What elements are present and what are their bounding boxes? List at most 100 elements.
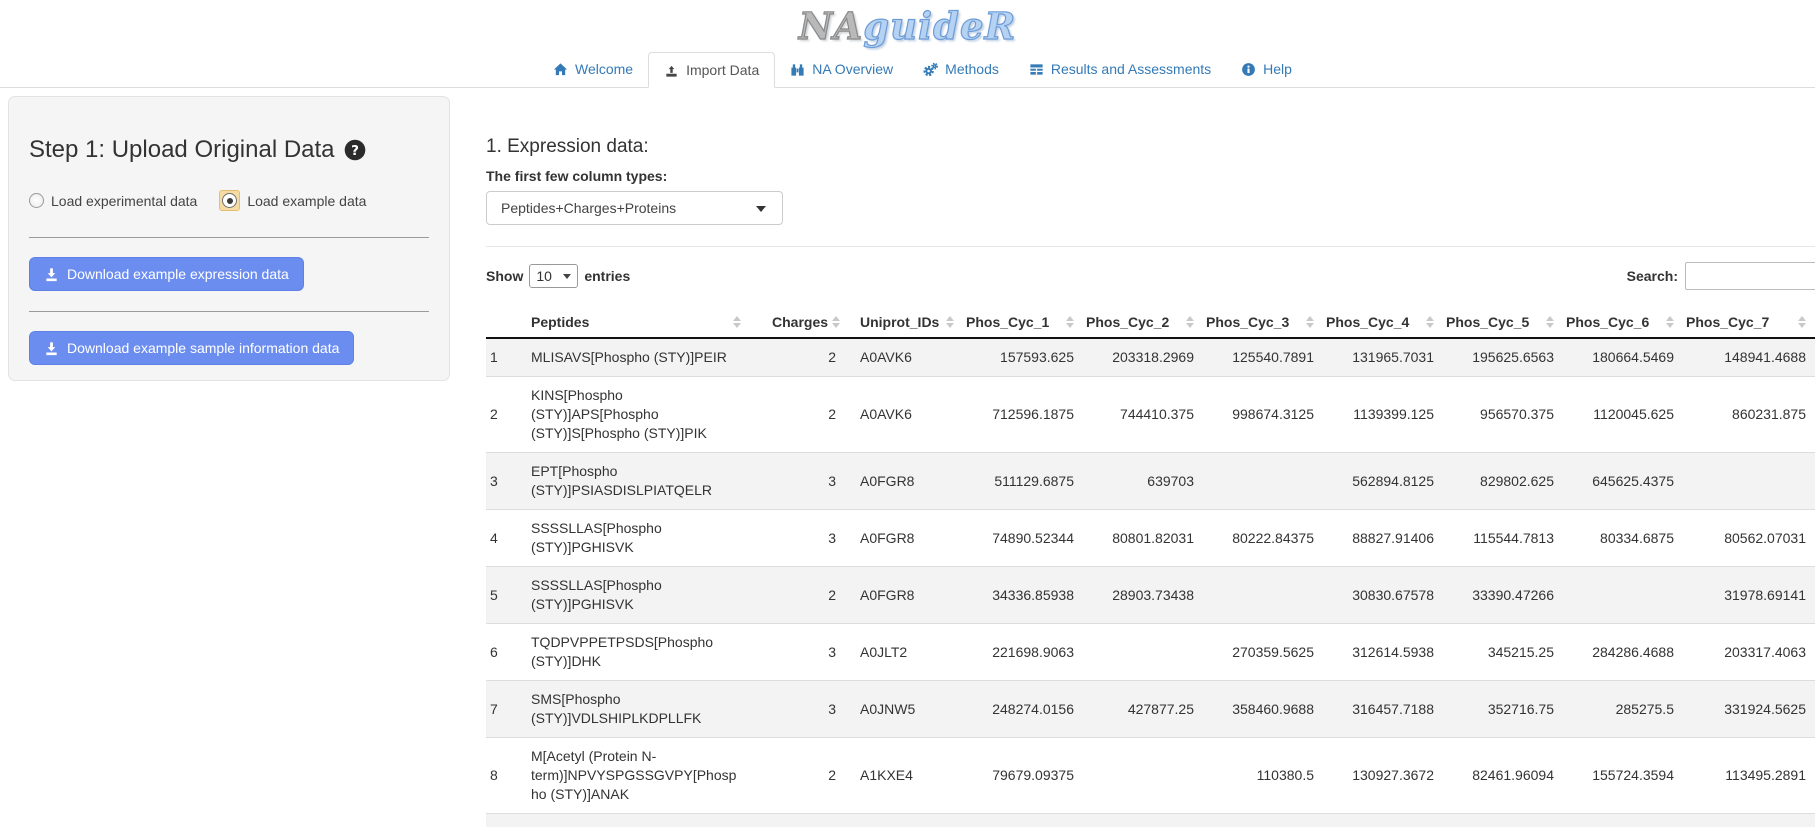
value-cell: 270359.5625 bbox=[1200, 624, 1320, 681]
tab-welcome[interactable]: Welcome bbox=[538, 52, 648, 88]
column-header-label: Phos_Cyc_1 bbox=[966, 314, 1049, 330]
value-cell: 1120045.625 bbox=[1560, 377, 1680, 453]
sort-icon bbox=[733, 316, 741, 328]
value-cell: 110380.5 bbox=[1200, 738, 1320, 814]
value-cell: 74890.52344 bbox=[960, 510, 1080, 567]
page-length-value: 10 bbox=[536, 268, 552, 284]
sort-icon bbox=[1186, 316, 1194, 328]
upload-icon bbox=[664, 63, 679, 78]
value-cell: 956570.375 bbox=[1440, 377, 1560, 453]
button-label: Download example sample information data bbox=[67, 340, 339, 356]
tab-label: Methods bbox=[945, 61, 999, 77]
value-cell: 30830.67578 bbox=[1320, 567, 1440, 624]
tab-na-overview[interactable]: NA Overview bbox=[775, 52, 908, 88]
data-source-radio-group: Load experimental data Load example data bbox=[29, 190, 429, 211]
tab-label: Welcome bbox=[575, 61, 633, 77]
logo-part-guider: guideR bbox=[863, 4, 1016, 48]
uniprot-cell: A0FGR8 bbox=[844, 510, 960, 567]
radio-circle[interactable] bbox=[29, 193, 44, 208]
header-row: Peptides Charges Uniprot_IDs Phos_Cyc_1 Phos… bbox=[486, 308, 1815, 338]
button-label: Download example expression data bbox=[67, 266, 289, 282]
nav-tabbar: Welcome Import Data NA Overview bbox=[0, 52, 1815, 88]
peptide-cell: MLISAVS[Phospho (STY)]PEIR bbox=[526, 338, 766, 377]
peptide-cell: M[Acetyl (Protein N-term)]NPVYSPGSSGVPY[… bbox=[526, 738, 766, 814]
uniprot-cell: A0FGR8 bbox=[844, 453, 960, 510]
uniprot-cell: A0AVK6 bbox=[844, 338, 960, 377]
uniprot-cell: A0AVK6 bbox=[844, 377, 960, 453]
value-cell bbox=[1560, 567, 1680, 624]
column-header-Phos_Cyc_3[interactable]: Phos_Cyc_3 bbox=[1200, 308, 1320, 338]
search-label: Search: bbox=[1627, 268, 1678, 284]
gears-icon bbox=[923, 62, 938, 77]
nav-tabs: Welcome Import Data NA Overview bbox=[538, 52, 1815, 87]
value-cell: 131965.7031 bbox=[1320, 338, 1440, 377]
value-cell: 829802.625 bbox=[1440, 453, 1560, 510]
column-header-Uniprot_IDs[interactable]: Uniprot_IDs bbox=[844, 308, 960, 338]
column-header-label: Phos_Cyc_3 bbox=[1206, 314, 1289, 330]
table-row[interactable]: 7SMS[Phospho (STY)]VDLSHIPLKDPLLFK3A0JNW… bbox=[486, 681, 1815, 738]
show-label: Show bbox=[486, 268, 523, 284]
radio-label: Load experimental data bbox=[51, 193, 197, 209]
table-row[interactable]: 8M[Acetyl (Protein N-term)]NPVYSPGSSGVPY… bbox=[486, 738, 1815, 814]
download-expression-data-button[interactable]: Download example expression data bbox=[29, 257, 304, 291]
tab-methods[interactable]: Methods bbox=[908, 52, 1014, 88]
value-cell: 312614.5938 bbox=[1320, 624, 1440, 681]
search-input[interactable] bbox=[1685, 262, 1815, 290]
value-cell: 157593.625 bbox=[960, 338, 1080, 377]
table-row[interactable]: 4SSSSLLAS[Phospho (STY)]PGHISVK3A0FGR874… bbox=[486, 510, 1815, 567]
charge-cell: 3 bbox=[766, 510, 844, 567]
column-header-Phos_Cyc_4[interactable]: Phos_Cyc_4 bbox=[1320, 308, 1440, 338]
value-cell: 148941.4688 bbox=[1680, 338, 1815, 377]
app-header: NAguideR bbox=[0, 2, 1815, 52]
charge-cell: 2 bbox=[766, 567, 844, 624]
sort-icon bbox=[1426, 316, 1434, 328]
table-row[interactable]: 3EPT[Phospho (STY)]PSIASDISLPIATQELR3A0F… bbox=[486, 453, 1815, 510]
tab-help[interactable]: Help bbox=[1226, 52, 1307, 88]
column-header-Phos_Cyc_6[interactable]: Phos_Cyc_6 bbox=[1560, 308, 1680, 338]
column-header-Phos_Cyc_7[interactable]: Phos_Cyc_7 bbox=[1680, 308, 1815, 338]
value-cell: 345215.25 bbox=[1440, 624, 1560, 681]
table-icon bbox=[1029, 62, 1044, 77]
uniprot-cell: A0JLT2 bbox=[844, 624, 960, 681]
column-types-select[interactable]: Peptides+Charges+Proteins bbox=[486, 191, 783, 225]
download-sample-information-button[interactable]: Download example sample information data bbox=[29, 331, 354, 365]
column-header-Peptides[interactable]: Peptides bbox=[526, 308, 766, 338]
tab-results-assessments[interactable]: Results and Assessments bbox=[1014, 52, 1226, 88]
table-controls: Show 10 entries Search: bbox=[486, 262, 1815, 290]
column-header-Phos_Cyc_5[interactable]: Phos_Cyc_5 bbox=[1440, 308, 1560, 338]
column-header-label: Charges bbox=[772, 314, 828, 330]
section-title: 1. Expression data: bbox=[486, 136, 1815, 158]
page-length-control: Show 10 entries bbox=[486, 264, 630, 288]
value-cell: 203318.2969 bbox=[1080, 338, 1200, 377]
table-row[interactable]: 6TQDPVPPETPSDS[Phospho (STY)]DHK3A0JLT22… bbox=[486, 624, 1815, 681]
value-cell: 331924.5625 bbox=[1680, 681, 1815, 738]
peptide-cell: EPT[Phospho (STY)]PSIASDISLPIATQELR bbox=[526, 453, 766, 510]
info-icon bbox=[1241, 62, 1256, 77]
upload-panel: Step 1: Upload Original Data ? Load expe… bbox=[8, 96, 450, 381]
charge-cell: 2 bbox=[766, 738, 844, 814]
value-cell: 113495.2891 bbox=[1680, 738, 1815, 814]
charge-cell: 3 bbox=[766, 624, 844, 681]
column-header-Phos_Cyc_2[interactable]: Phos_Cyc_2 bbox=[1080, 308, 1200, 338]
column-header-label: Phos_Cyc_7 bbox=[1686, 314, 1769, 330]
table-row[interactable]: 5SSSSLLAS[Phospho (STY)]PGHISVK2A0FGR834… bbox=[486, 567, 1815, 624]
radio-load-experimental-data[interactable]: Load experimental data bbox=[29, 193, 197, 209]
page-length-select[interactable]: 10 bbox=[529, 264, 578, 288]
value-cell: 82461.96094 bbox=[1440, 738, 1560, 814]
column-header-Charges[interactable]: Charges bbox=[766, 308, 844, 338]
radio-circle-checked[interactable] bbox=[222, 193, 237, 208]
value-cell: 80334.6875 bbox=[1560, 510, 1680, 567]
radio-load-example-data[interactable]: Load example data bbox=[219, 190, 366, 211]
table-row[interactable]: 1MLISAVS[Phospho (STY)]PEIR2A0AVK6157593… bbox=[486, 338, 1815, 377]
tab-import-data[interactable]: Import Data bbox=[648, 52, 775, 88]
column-header-label: Phos_Cyc_6 bbox=[1566, 314, 1649, 330]
value-cell: 744410.375 bbox=[1080, 377, 1200, 453]
table-row[interactable]: 2KINS[Phospho (STY)]APS[Phospho (STY)]S[… bbox=[486, 377, 1815, 453]
sidebar-divider bbox=[29, 237, 429, 238]
value-cell: 33390.47266 bbox=[1440, 567, 1560, 624]
column-header-Phos_Cyc_1[interactable]: Phos_Cyc_1 bbox=[960, 308, 1080, 338]
peptide-cell: SMS[Phospho (STY)]VDLSHIPLKDPLLFK bbox=[526, 681, 766, 738]
app-logo: NAguideR bbox=[799, 2, 1017, 50]
question-circle-icon[interactable]: ? bbox=[344, 139, 366, 161]
value-cell: 352716.75 bbox=[1440, 681, 1560, 738]
